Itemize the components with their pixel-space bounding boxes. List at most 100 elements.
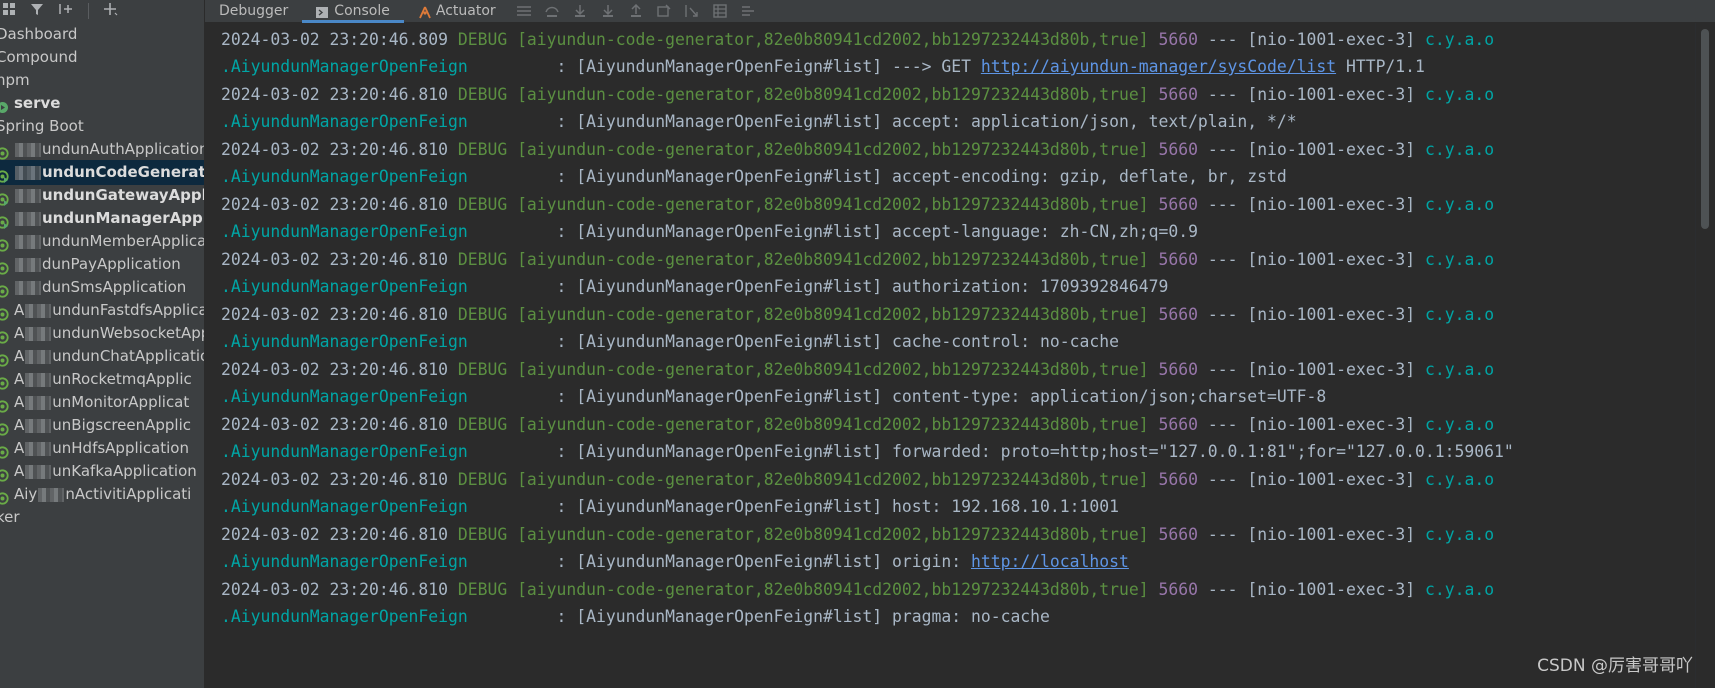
timestamp: 2024-03-02 23:20:46.810 <box>221 470 448 489</box>
timestamp: 2024-03-02 23:20:46.810 <box>221 580 448 599</box>
watermark: CSDN @厉害哥哥吖 <box>1537 656 1693 676</box>
filter-icon[interactable] <box>30 2 44 20</box>
logger-class-cont: .AiyundunManagerOpenFeign <box>221 442 468 461</box>
service-item[interactable]: undunAuthApplication <box>0 137 204 162</box>
trace-group: [aiyundun-code-generator,82e0b80941cd200… <box>517 85 1149 104</box>
service-label: npm <box>0 68 30 93</box>
tab-label: Console <box>334 3 390 19</box>
service-item[interactable]: AunBigscreenApplic <box>0 413 204 438</box>
toolbar-divider <box>88 3 89 19</box>
menu-icon[interactable] <box>516 4 532 18</box>
service-item[interactable]: AunHdfsApplication <box>0 436 204 461</box>
service-label: Aiy nActivitiApplicati <box>14 482 191 507</box>
logger-class: c.y.a.o <box>1424 360 1495 379</box>
log-line-header: 2024-03-02 23:20:46.810 DEBUG [aiyundun-… <box>221 245 1494 275</box>
service-label-prefix: A <box>14 370 25 388</box>
service-item[interactable]: undunGatewayApplic <box>0 183 204 208</box>
service-label: undunCodeGenerator <box>14 160 204 185</box>
separator: --- <box>1207 360 1238 379</box>
log-link[interactable]: http://localhost <box>971 552 1129 571</box>
service-item[interactable]: Aiy nActivitiApplicati <box>0 482 204 507</box>
trace-group: [aiyundun-code-generator,82e0b80941cd200… <box>517 415 1149 434</box>
service-item[interactable]: undunMemberApplica <box>0 229 204 254</box>
step-over-icon[interactable] <box>544 4 560 18</box>
log-line-header: 2024-03-02 23:20:46.810 DEBUG [aiyundun-… <box>221 355 1494 385</box>
step-into-icon[interactable] <box>572 4 588 18</box>
trace-group: [aiyundun-code-generator,82e0b80941cd200… <box>517 470 1149 489</box>
tab-debugger[interactable]: Debugger <box>205 0 302 22</box>
logger-class: c.y.a.o <box>1424 85 1495 104</box>
service-item[interactable]: npm <box>0 68 204 93</box>
redacted-blur <box>15 257 41 272</box>
log-message: : [AiyundunManagerOpenFeign#list] accept… <box>556 167 1287 186</box>
service-item[interactable]: Compound <box>0 45 204 70</box>
service-item[interactable]: AundunChatApplication <box>0 344 204 369</box>
timestamp: 2024-03-02 23:20:46.810 <box>221 140 448 159</box>
timestamp: 2024-03-02 23:20:46.810 <box>221 415 448 434</box>
log-line-header: 2024-03-02 23:20:46.809 DEBUG [aiyundun-… <box>221 25 1494 55</box>
scroll-thumb[interactable] <box>1701 29 1709 229</box>
tab-actuator[interactable]: Actuator <box>404 0 510 22</box>
service-label-prefix: A <box>14 324 25 342</box>
console-scrollbar[interactable] <box>1696 23 1715 688</box>
service-item[interactable]: dunSmsApplication <box>0 275 204 300</box>
logger-class: c.y.a.o <box>1424 30 1495 49</box>
spring-icon <box>0 419 9 436</box>
service-label-prefix: Aiy <box>14 485 38 503</box>
service-item[interactable]: AundunFastdfsApplicatio <box>0 298 204 323</box>
service-label-prefix: A <box>14 439 25 457</box>
log-line-header: 2024-03-02 23:20:46.810 DEBUG [aiyundun-… <box>221 465 1494 495</box>
process-id: 5660 <box>1158 30 1198 49</box>
log-level: DEBUG <box>457 305 508 324</box>
log-line-body: .AiyundunManagerOpenFeign : [AiyundunMan… <box>221 327 1119 357</box>
process-id: 5660 <box>1158 580 1198 599</box>
service-label-text: nActivitiApplicati <box>65 485 192 503</box>
service-label-text: Dashboard <box>0 25 78 43</box>
service-item[interactable]: AunRocketmqApplic <box>0 367 204 392</box>
tool-window-tabbar: Debugger Console Actuator <box>205 0 1715 23</box>
service-label-prefix: A <box>14 393 25 411</box>
spring-icon <box>0 327 9 344</box>
evaluate-icon[interactable] <box>712 4 728 18</box>
service-label-text: undunFastdfsApplicatio <box>52 301 204 319</box>
service-label-text: ker <box>0 508 20 526</box>
service-item[interactable]: dunPayApplication <box>0 252 204 277</box>
separator: --- <box>1207 580 1238 599</box>
service-item[interactable]: undunCodeGenerator <box>0 160 204 185</box>
log-level: DEBUG <box>457 30 508 49</box>
console-output[interactable]: 2024-03-02 23:20:46.809 DEBUG [aiyundun-… <box>205 23 1695 688</box>
tab-console[interactable]: Console <box>302 0 404 23</box>
logger-class: c.y.a.o <box>1424 580 1495 599</box>
log-link[interactable]: http://aiyundun-manager/sysCode/list <box>981 57 1336 76</box>
service-item[interactable]: AunMonitorApplicat <box>0 390 204 415</box>
run-to-cursor-icon[interactable] <box>684 4 700 18</box>
redacted-blur <box>25 372 52 387</box>
drop-frame-icon[interactable] <box>656 4 672 18</box>
log-line-header: 2024-03-02 23:20:46.810 DEBUG [aiyundun-… <box>221 520 1494 550</box>
service-item[interactable]: serve <box>0 91 204 116</box>
timestamp: 2024-03-02 23:20:46.810 <box>221 195 448 214</box>
logger-class-cont: .AiyundunManagerOpenFeign <box>221 222 468 241</box>
service-item[interactable]: ker <box>0 505 204 530</box>
trace-group: [aiyundun-code-generator,82e0b80941cd200… <box>517 305 1149 324</box>
force-step-into-icon[interactable] <box>600 4 616 18</box>
service-item[interactable]: Spring Boot <box>0 114 204 139</box>
service-item[interactable]: Dashboard <box>0 22 204 47</box>
thread-name: [nio-1001-exec-3] <box>1247 85 1416 104</box>
log-message: : [AiyundunManagerOpenFeign#list] conten… <box>556 387 1327 406</box>
thread-name: [nio-1001-exec-3] <box>1247 195 1416 214</box>
separator: --- <box>1207 30 1238 49</box>
add-service-icon[interactable] <box>58 2 74 20</box>
service-item[interactable]: AunKafkaApplication <box>0 459 204 484</box>
log-line-header: 2024-03-02 23:20:46.810 DEBUG [aiyundun-… <box>221 80 1494 110</box>
service-item[interactable]: undunManagerApplic <box>0 206 204 231</box>
trace-icon[interactable] <box>740 4 756 18</box>
service-label-text: unHdfsApplication <box>52 439 189 457</box>
spring-icon <box>0 373 9 390</box>
service-label-prefix: A <box>14 301 25 319</box>
add-icon[interactable] <box>103 2 119 20</box>
trace-group: [aiyundun-code-generator,82e0b80941cd200… <box>517 30 1149 49</box>
service-item[interactable]: AundunWebsocketAppl <box>0 321 204 346</box>
group-icon[interactable] <box>2 2 16 20</box>
step-out-icon[interactable] <box>628 3 644 18</box>
